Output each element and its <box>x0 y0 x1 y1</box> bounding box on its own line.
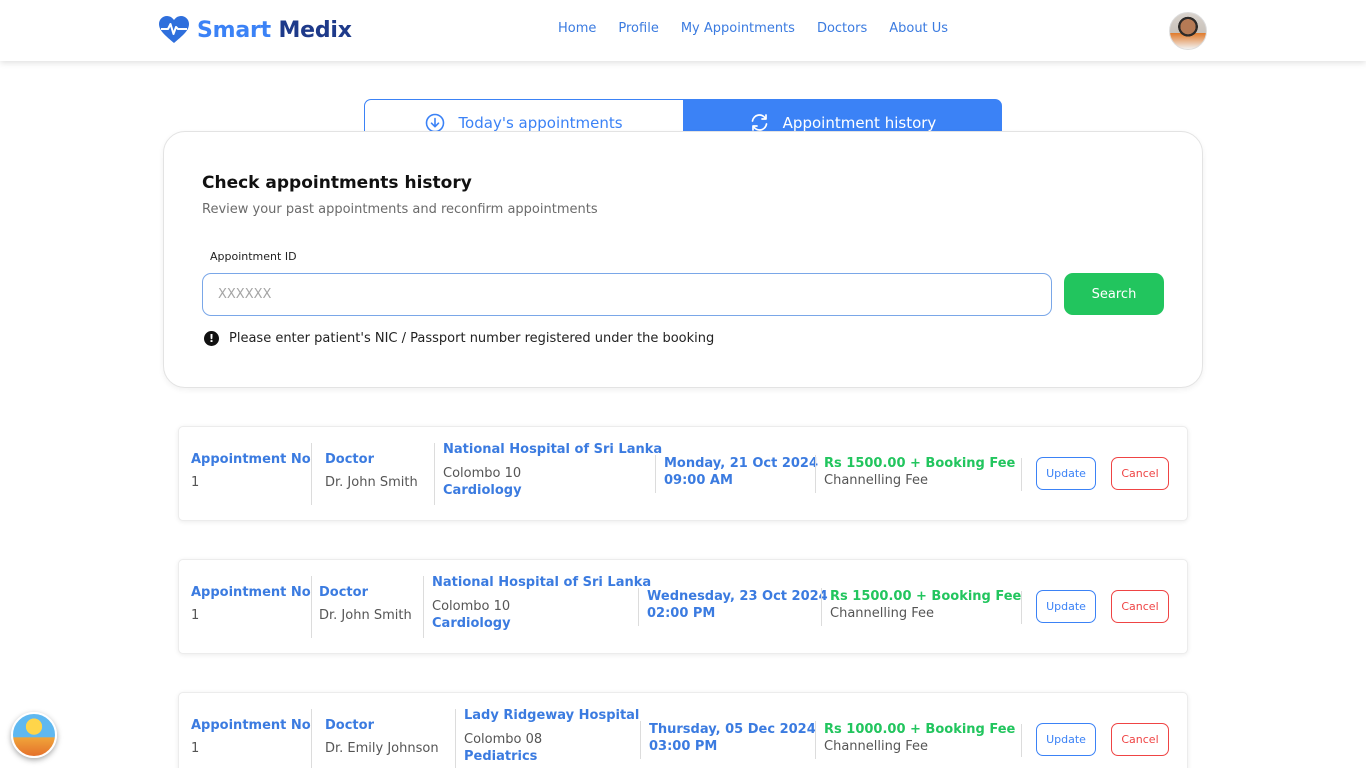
doctor-label: Doctor <box>319 585 368 600</box>
divider <box>434 443 435 505</box>
doctor-name: Dr. John Smith <box>325 475 418 490</box>
divider <box>311 443 312 505</box>
download-circle-icon <box>426 113 445 132</box>
floating-assistant-button[interactable] <box>11 712 57 758</box>
update-button[interactable]: Update <box>1036 723 1096 756</box>
brand-smart: Smart <box>197 17 271 43</box>
doctor-col: Doctor Dr. John Smith <box>319 585 412 623</box>
appointment-card: Appointment No 1 Doctor Dr. John Smith N… <box>178 559 1188 654</box>
datetime-col: Thursday, 05 Dec 2024 03:00 PM <box>649 722 816 754</box>
appointment-card: Appointment No 1 Doctor Dr. Emily Johnso… <box>178 692 1188 768</box>
card-subtitle: Review your past appointments and reconf… <box>202 202 598 217</box>
hospital-col: Lady Ridgeway Hospital Colombo 08 Pediat… <box>464 708 639 764</box>
user-avatar[interactable] <box>1169 12 1207 50</box>
search-notice: ! Please enter patient's NIC / Passport … <box>204 331 714 346</box>
doctor-name: Dr. Emily Johnson <box>325 741 439 756</box>
divider <box>423 576 424 638</box>
hospital-col: National Hospital of Sri Lanka Colombo 1… <box>432 575 651 631</box>
divider <box>1021 724 1022 757</box>
refresh-icon <box>751 114 768 131</box>
hospital-name: National Hospital of Sri Lanka <box>443 442 663 457</box>
divider <box>455 709 456 768</box>
divider <box>1021 591 1022 624</box>
hospital-location: Colombo 08 <box>464 732 543 747</box>
brand-name: Smart Medix <box>197 18 352 43</box>
card-title: Check appointments history <box>202 173 472 193</box>
fee-amount: Rs 1500.00 + Booking Fee <box>830 589 1022 604</box>
divider <box>1021 458 1022 491</box>
appointment-no-value: 1 <box>191 741 200 756</box>
notice-text: Please enter patient's NIC / Passport nu… <box>229 331 715 346</box>
heart-pulse-icon <box>159 16 189 43</box>
specialty: Cardiology <box>443 483 522 498</box>
appointment-time: 02:00 PM <box>647 606 716 621</box>
appointment-date: Thursday, 05 Dec 2024 <box>649 722 816 737</box>
divider <box>640 721 641 759</box>
doctor-col: Doctor Dr. Emily Johnson <box>325 718 439 756</box>
appointment-no-col: Appointment No 1 <box>191 585 311 623</box>
cancel-button[interactable]: Cancel <box>1111 457 1169 490</box>
appointment-no-label: Appointment No <box>191 718 311 733</box>
appointment-time: 03:00 PM <box>649 739 718 754</box>
nav-home[interactable]: Home <box>558 21 596 36</box>
fee-col: Rs 1500.00 + Booking Fee Channelling Fee <box>830 589 1021 621</box>
fee-description: Channelling Fee <box>824 473 928 488</box>
appointment-no-label: Appointment No <box>191 452 311 467</box>
cancel-button[interactable]: Cancel <box>1111 590 1169 623</box>
divider <box>311 576 312 638</box>
appointment-no-value: 1 <box>191 475 200 490</box>
doctor-label: Doctor <box>325 718 374 733</box>
divider <box>655 455 656 493</box>
tab-today-label: Today's appointments <box>458 113 623 132</box>
fee-amount: Rs 1500.00 + Booking Fee <box>824 456 1016 471</box>
hospital-location: Colombo 10 <box>432 599 511 614</box>
appointment-id-label: Appointment ID <box>210 250 297 263</box>
divider <box>638 588 639 626</box>
divider <box>815 721 816 759</box>
main-nav: Home Profile My Appointments Doctors Abo… <box>558 21 970 36</box>
appointment-id-input[interactable] <box>202 273 1052 316</box>
doctor-col: Doctor Dr. John Smith <box>325 452 418 490</box>
update-button[interactable]: Update <box>1036 590 1096 623</box>
doctor-label: Doctor <box>325 452 374 467</box>
navbar: Smart Medix Home Profile My Appointments… <box>0 0 1366 61</box>
hospital-name: Lady Ridgeway Hospital <box>464 708 640 723</box>
hospital-col: National Hospital of Sri Lanka Colombo 1… <box>443 442 662 498</box>
appointment-no-value: 1 <box>191 608 200 623</box>
cancel-button[interactable]: Cancel <box>1111 723 1169 756</box>
fee-description: Channelling Fee <box>824 739 928 754</box>
appointment-card: Appointment No 1 Doctor Dr. John Smith N… <box>178 426 1188 521</box>
hospital-location: Colombo 10 <box>443 466 522 481</box>
appointment-no-col: Appointment No 1 <box>191 452 311 490</box>
appointment-date: Wednesday, 23 Oct 2024 <box>647 589 828 604</box>
exclamation-circle-icon: ! <box>204 331 219 346</box>
divider <box>311 709 312 768</box>
fee-description: Channelling Fee <box>830 606 934 621</box>
nav-profile[interactable]: Profile <box>618 21 658 36</box>
divider <box>815 455 816 493</box>
appointment-no-col: Appointment No 1 <box>191 718 311 756</box>
hospital-name: National Hospital of Sri Lanka <box>432 575 652 590</box>
appointment-time: 09:00 AM <box>664 473 733 488</box>
fee-col: Rs 1000.00 + Booking Fee Channelling Fee <box>824 722 1015 754</box>
specialty: Cardiology <box>432 616 511 631</box>
brand-medix: Medix <box>278 17 352 43</box>
fee-amount: Rs 1000.00 + Booking Fee <box>824 722 1016 737</box>
history-search-card: Check appointments history Review your p… <box>163 131 1203 388</box>
fee-col: Rs 1500.00 + Booking Fee Channelling Fee <box>824 456 1015 488</box>
tab-history-label: Appointment history <box>782 113 937 132</box>
datetime-col: Wednesday, 23 Oct 2024 02:00 PM <box>647 589 828 621</box>
search-button[interactable]: Search <box>1064 273 1164 315</box>
appointment-no-label: Appointment No <box>191 585 311 600</box>
nav-about-us[interactable]: About Us <box>889 21 948 36</box>
nav-doctors[interactable]: Doctors <box>817 21 867 36</box>
logo[interactable]: Smart Medix <box>158 13 352 47</box>
appointment-date: Monday, 21 Oct 2024 <box>664 456 819 471</box>
nav-my-appointments[interactable]: My Appointments <box>681 21 795 36</box>
doctor-name: Dr. John Smith <box>319 608 412 623</box>
update-button[interactable]: Update <box>1036 457 1096 490</box>
datetime-col: Monday, 21 Oct 2024 09:00 AM <box>664 456 818 488</box>
specialty: Pediatrics <box>464 749 538 764</box>
divider <box>821 588 822 626</box>
